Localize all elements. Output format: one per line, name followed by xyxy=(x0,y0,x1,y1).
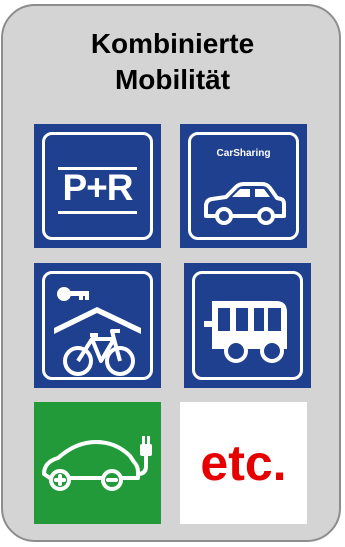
house-roof-icon xyxy=(54,307,141,334)
bike-parking-icons xyxy=(54,287,141,376)
etc-label: etc. xyxy=(200,435,287,491)
title-line-1: Kombinierte xyxy=(90,28,255,59)
bus-tile xyxy=(184,263,311,388)
bus-icon xyxy=(204,301,287,363)
electric-car-icon xyxy=(42,440,140,491)
etc-tile: etc. xyxy=(180,402,307,524)
electric-car-icons xyxy=(42,436,152,491)
bicycle-icon xyxy=(63,329,135,376)
key-icon xyxy=(57,287,89,301)
car-icon xyxy=(204,182,286,225)
divider-bottom xyxy=(58,211,137,214)
plug-icon xyxy=(136,436,152,476)
bike-parking-tile xyxy=(34,263,161,388)
carsharing-tile: CarSharing xyxy=(180,124,307,248)
panel-title: Kombinierte Mobilität xyxy=(0,26,345,98)
title-line-2: Mobilität xyxy=(114,64,231,95)
electric-car-tile xyxy=(34,402,161,524)
park-and-ride-label: P+R xyxy=(62,167,133,208)
park-and-ride-tile: P+R xyxy=(34,124,161,248)
